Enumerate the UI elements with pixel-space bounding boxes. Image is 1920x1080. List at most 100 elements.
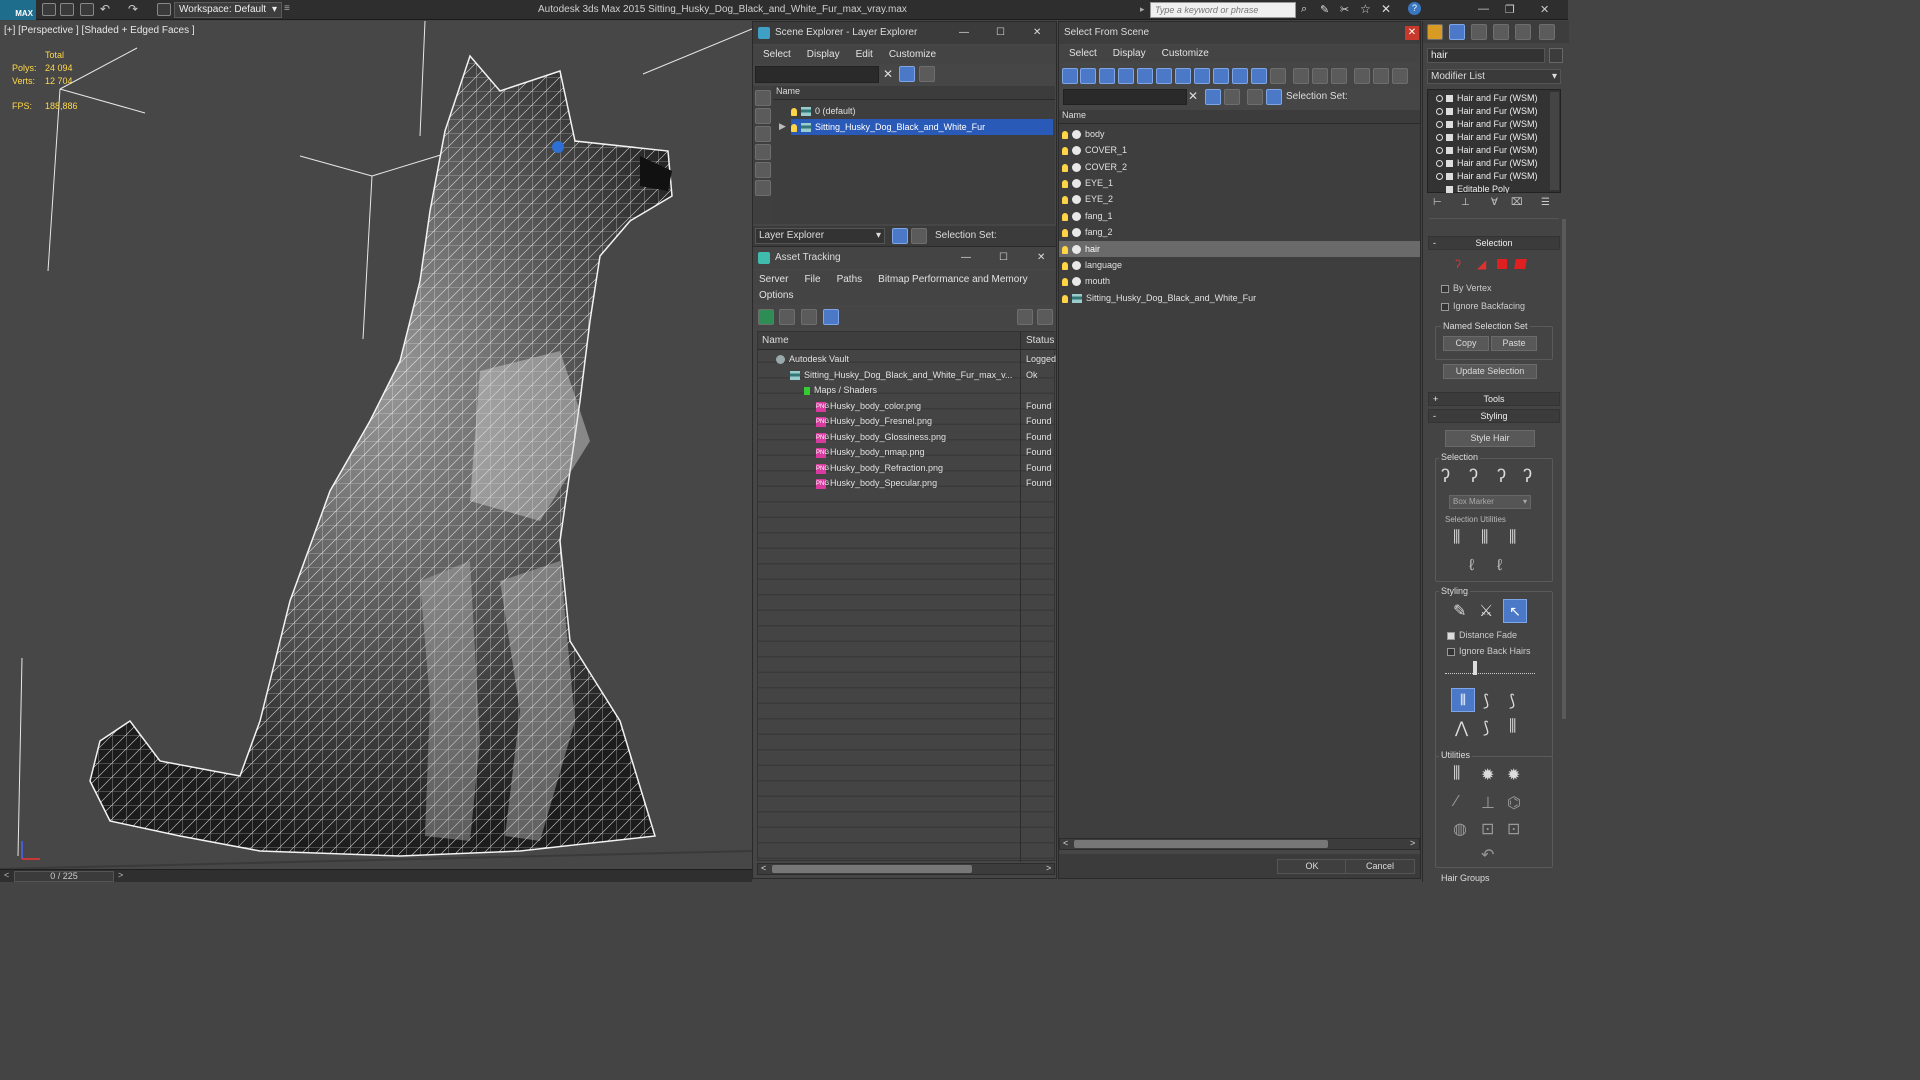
column-header-name[interactable]: Name <box>773 86 1055 100</box>
close-icon[interactable]: ✕ <box>1033 22 1041 44</box>
strand-selection-icon[interactable]: ◢ <box>1477 257 1486 271</box>
modifier-toggle-icon[interactable] <box>1446 186 1453 193</box>
select-tool-icon[interactable]: ↖ <box>1503 599 1527 623</box>
clear-search-icon[interactable]: ✕ <box>883 67 893 81</box>
column-header-status[interactable]: Status <box>1026 335 1054 346</box>
menu-customize[interactable]: Customize <box>889 46 936 64</box>
sort-icon[interactable] <box>1373 68 1389 84</box>
filter-icon[interactable] <box>899 66 915 82</box>
select-all-icon[interactable] <box>1293 68 1309 84</box>
object-row[interactable]: fang_1 <box>1062 208 1418 224</box>
expand-selection-icon[interactable]: ⫼ <box>1509 529 1516 547</box>
display-none-icon[interactable] <box>755 90 771 106</box>
hair-brush-icon[interactable]: ✎ <box>1453 601 1466 621</box>
modifier-stack-scrollbar[interactable] <box>1550 92 1559 190</box>
select-by-root-icon[interactable]: ʔ <box>1523 466 1532 487</box>
column-header-name[interactable]: Name <box>1059 110 1420 124</box>
light-bulb-icon[interactable] <box>1062 179 1068 188</box>
display-groups-icon[interactable] <box>1175 68 1191 84</box>
recomb-icon[interactable]: ⁄ <box>1455 793 1458 811</box>
modifier-stack-item[interactable]: Hair and Fur (WSM) <box>1436 118 1556 131</box>
minimize-icon[interactable]: — <box>961 247 971 269</box>
pin-stack-icon[interactable]: ⊢ <box>1433 197 1442 208</box>
show-hidden-icon[interactable]: ℓ <box>1497 557 1502 575</box>
modifier-toggle-icon[interactable] <box>1446 173 1453 181</box>
eye-icon[interactable] <box>1436 160 1443 168</box>
asset-row[interactable]: PNGHusky_body_Fresnel.png Found <box>816 413 1054 429</box>
configure-sets-icon[interactable]: ☰ <box>1541 197 1550 208</box>
ignore-back-hairs-checkbox[interactable]: Ignore Back Hairs <box>1447 646 1531 656</box>
modifier-stack-item[interactable]: Hair and Fur (WSM) <box>1436 92 1556 105</box>
help-icon[interactable] <box>1017 309 1033 325</box>
menu-display[interactable]: Display <box>807 46 840 64</box>
object-row[interactable]: COVER_2 <box>1062 159 1418 175</box>
modifier-stack-item[interactable]: Hair and Fur (WSM) <box>1436 105 1556 118</box>
light-bulb-icon[interactable] <box>1062 294 1068 303</box>
light-bulb-icon[interactable] <box>791 123 797 132</box>
modifier-stack-item[interactable]: Hair and Fur (WSM) <box>1436 170 1556 183</box>
copy-button[interactable]: Copy <box>1443 336 1489 351</box>
display-geometry-icon[interactable] <box>755 144 771 160</box>
display-containers-icon[interactable] <box>1232 68 1248 84</box>
filter-options-icon[interactable] <box>919 66 935 82</box>
scene-explorer-search-input[interactable] <box>755 66 879 83</box>
settings-icon[interactable] <box>1037 309 1053 325</box>
scene-explorer-titlebar[interactable]: Scene Explorer - Layer Explorer — ☐ ✕ <box>753 22 1056 44</box>
clear-search-icon[interactable]: ✕ <box>1188 89 1198 103</box>
rotate-tool-icon[interactable]: ⟆ <box>1483 718 1489 738</box>
menu-options[interactable]: Options <box>759 287 793 305</box>
close-icon[interactable]: ✕ <box>1037 247 1045 269</box>
layer-row[interactable]: Sitting_Husky_Dog_Black_and_White_Fur <box>791 119 1053 135</box>
invert-selection-icon[interactable]: ⫼ <box>1453 529 1460 547</box>
display-lights-icon[interactable] <box>1099 68 1115 84</box>
unlock-icon[interactable]: ⊡ <box>1507 819 1520 839</box>
maximize-icon[interactable]: ☐ <box>999 247 1008 269</box>
close-x-icon[interactable]: ✕ <box>1381 2 1391 16</box>
eye-icon[interactable] <box>1436 95 1443 103</box>
translate-tool-icon[interactable]: ⫼ <box>1451 688 1475 712</box>
project-folder-icon[interactable] <box>157 3 171 16</box>
object-name-input[interactable]: hair <box>1427 48 1545 63</box>
attenuate-icon[interactable]: ⫼ <box>1453 765 1460 783</box>
hide-selected-icon[interactable]: ℓ <box>1469 557 1474 575</box>
modify-tab-icon[interactable] <box>1449 24 1465 40</box>
ok-button[interactable]: OK <box>1277 859 1347 874</box>
light-bulb-icon[interactable] <box>1062 277 1068 286</box>
menu-edit[interactable]: Edit <box>856 46 873 64</box>
modifier-toggle-icon[interactable] <box>1446 160 1453 168</box>
command-panel-scrollbar[interactable] <box>1562 219 1566 719</box>
scroll-right-icon[interactable]: > <box>1410 838 1415 848</box>
select-whole-guide-icon[interactable]: ʔ <box>1469 466 1478 487</box>
light-bulb-icon[interactable] <box>1062 163 1068 172</box>
filter-options-icon[interactable] <box>1224 89 1240 105</box>
hair-cut-icon[interactable]: ⚔ <box>1479 601 1493 621</box>
box-marker-dropdown[interactable]: Box Marker ▾ <box>1449 495 1531 509</box>
menu-select[interactable]: Select <box>1069 45 1097 63</box>
modifier-toggle-icon[interactable] <box>1446 134 1453 142</box>
modifier-toggle-icon[interactable] <box>1446 147 1453 155</box>
redo-icon[interactable]: ↷ <box>128 2 138 16</box>
minimize-icon[interactable]: — <box>959 22 969 44</box>
make-unique-icon[interactable]: ∀ <box>1491 197 1498 208</box>
rotate-selection-icon[interactable]: ⫼ <box>1481 529 1488 547</box>
pop-selected-icon[interactable]: ✹ <box>1481 765 1494 785</box>
light-bulb-icon[interactable] <box>1062 212 1068 221</box>
create-tab-icon[interactable] <box>1427 24 1443 40</box>
light-bulb-icon[interactable] <box>1062 245 1068 254</box>
object-row[interactable]: body <box>1062 126 1418 142</box>
brush-size-slider[interactable] <box>1445 666 1535 674</box>
object-row[interactable]: fang_2 <box>1062 224 1418 240</box>
workspace-menu-icon[interactable]: ≡ <box>284 3 290 14</box>
column-header-name[interactable]: Name <box>762 335 789 346</box>
clump-tool-icon[interactable]: ⋀ <box>1455 718 1468 738</box>
asset-row[interactable]: Sitting_Husky_Dog_Black_and_White_Fur_ma… <box>790 367 1054 383</box>
display-bones-icon[interactable] <box>1213 68 1229 84</box>
object-list-horizontal-scrollbar[interactable]: < > <box>1059 838 1420 850</box>
scroll-left-icon[interactable]: < <box>761 863 766 873</box>
restore-icon[interactable]: ❐ <box>1505 3 1515 16</box>
styling-rollout-header[interactable]: - Styling <box>1428 409 1560 423</box>
scale-tool-icon[interactable]: ⫼ <box>1509 718 1516 736</box>
style-hair-button[interactable]: Style Hair <box>1445 430 1535 447</box>
hierarchy-tab-icon[interactable] <box>1471 24 1487 40</box>
element-selection-icon[interactable] <box>1514 259 1527 269</box>
